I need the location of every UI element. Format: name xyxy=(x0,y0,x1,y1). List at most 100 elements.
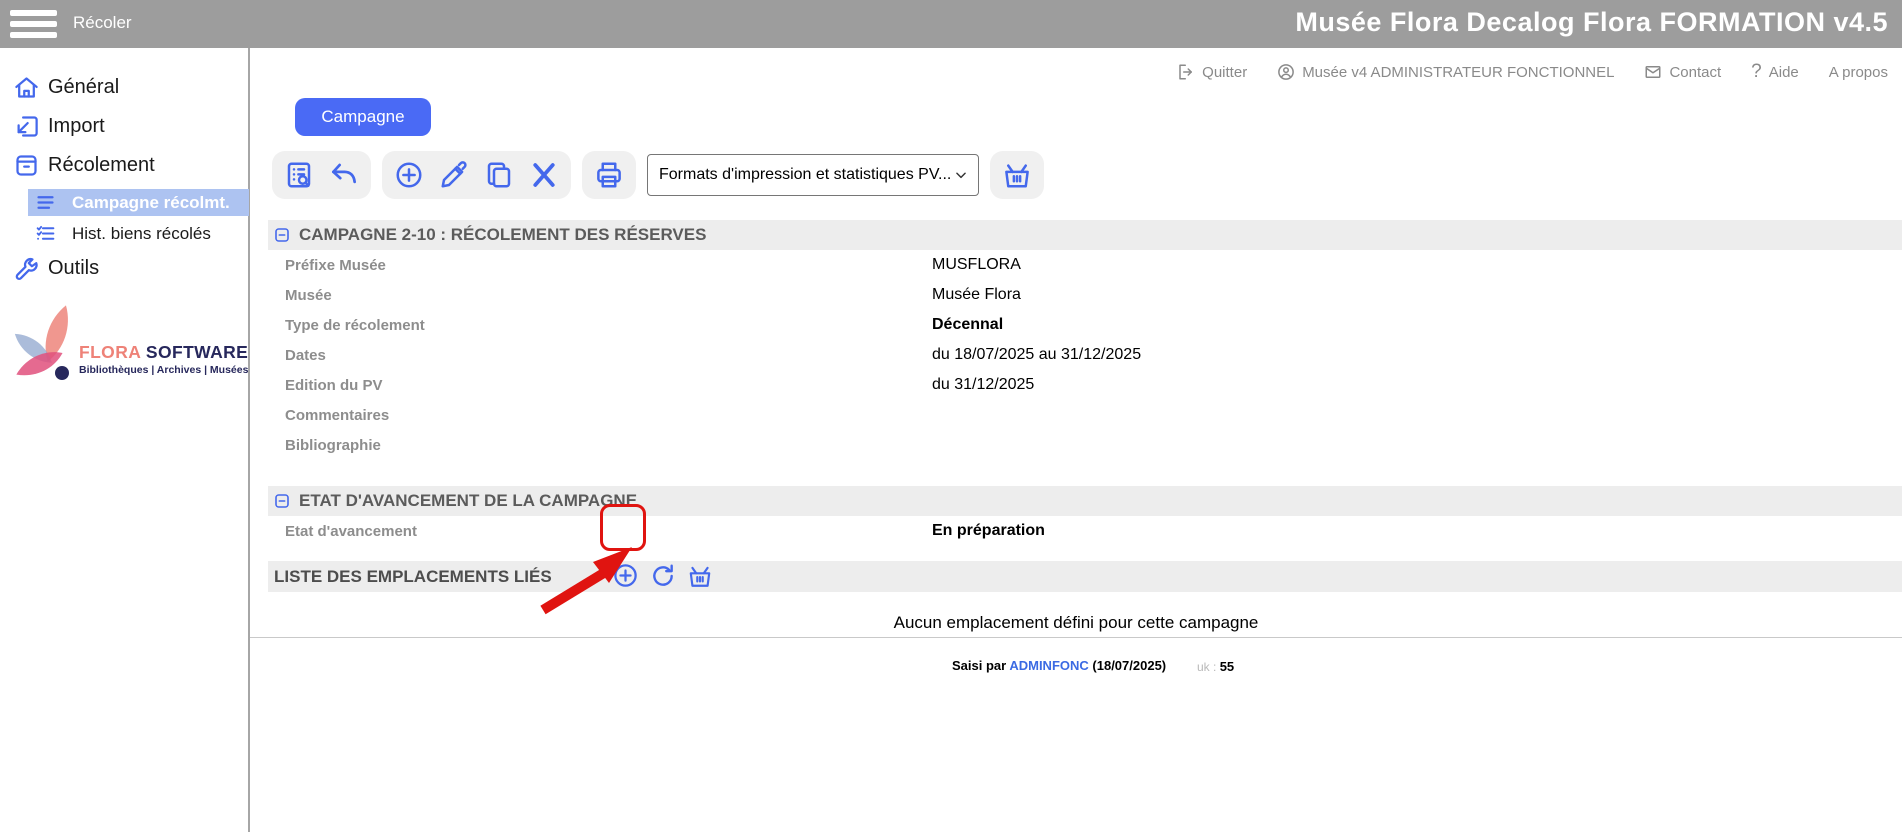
sidebar-item-label: Général xyxy=(48,76,119,99)
delete-icon[interactable] xyxy=(529,160,559,190)
field-value: Décennal xyxy=(932,316,1003,334)
campagne-fields: Préfixe Musée MUSFLORA Musée Musée Flora… xyxy=(268,250,1902,460)
list-search-icon[interactable] xyxy=(284,160,314,190)
logo-name-software: SOFTWARE xyxy=(146,342,248,362)
sidebar-item-campagne-recolmt[interactable]: Campagne récolmt. xyxy=(28,189,249,216)
sidebar-item-label: Hist. biens récolés xyxy=(72,224,211,244)
field-value: MUSFLORA xyxy=(932,256,1021,274)
sidebar-item-label: Campagne récolmt. xyxy=(72,193,230,213)
user-name-label: Musée v4 ADMINISTRATEUR FONCTIONNEL xyxy=(1302,64,1614,81)
field-value: Musée Flora xyxy=(932,286,1021,304)
field-row-dates: Dates du 18/07/2025 au 31/12/2025 xyxy=(268,340,1902,370)
empty-list-message: Aucun emplacement défini pour cette camp… xyxy=(250,613,1902,633)
question-icon: ? xyxy=(1751,61,1762,83)
topbar: Récoler Musée Flora Decalog Flora FORMAT… xyxy=(0,0,1902,48)
saisi-par-label: Saisi par xyxy=(952,658,1006,673)
apropos-link[interactable]: A propos xyxy=(1829,64,1888,81)
add-icon[interactable] xyxy=(394,160,424,190)
field-row-commentaires: Commentaires xyxy=(268,400,1902,430)
undo-icon[interactable] xyxy=(329,160,359,190)
saisi-par-user-link[interactable]: ADMINFONC xyxy=(1009,658,1088,673)
collapse-icon[interactable] xyxy=(274,227,290,243)
tab-campagne[interactable]: Campagne xyxy=(295,98,431,136)
print-format-select[interactable]: Formats d'impression et statistiques PV.… xyxy=(647,154,979,196)
sidebar-item-label: Outils xyxy=(48,257,99,280)
app-title: Musée Flora Decalog Flora FORMATION v4.5 xyxy=(1295,7,1888,38)
edit-icon[interactable] xyxy=(439,160,469,190)
quitter-link[interactable]: Quitter xyxy=(1177,63,1247,81)
field-value: du 18/07/2025 au 31/12/2025 xyxy=(932,346,1141,364)
field-row-musee: Musée Musée Flora xyxy=(268,280,1902,310)
field-label: Type de récolement xyxy=(285,317,932,334)
field-row-edition-pv: Edition du PV du 31/12/2025 xyxy=(268,370,1902,400)
field-label: Bibliographie xyxy=(285,437,932,454)
quitter-label: Quitter xyxy=(1202,64,1247,81)
field-row-prefixe-musee: Préfixe Musée MUSFLORA xyxy=(268,250,1902,280)
menu-lines-icon xyxy=(35,192,56,213)
flora-software-logo: FLORA SOFTWARE Bibliothèques | Archives … xyxy=(0,300,250,430)
toolbar: Formats d'impression et statistiques PV.… xyxy=(272,151,1044,199)
field-label: Commentaires xyxy=(285,407,932,424)
logo-wordmark: FLORA SOFTWARE xyxy=(79,342,248,363)
record-uk: uk : 55 xyxy=(1197,659,1234,674)
contact-label: Contact xyxy=(1669,64,1721,81)
import-icon xyxy=(13,113,40,140)
section-title: CAMPAGNE 2-10 : RÉCOLEMENT DES RÉSERVES xyxy=(299,225,706,245)
apropos-label: A propos xyxy=(1829,64,1888,81)
toolbar-group-edit xyxy=(382,151,571,199)
sidebar-item-hist-biens-recoles[interactable]: Hist. biens récolés xyxy=(28,220,249,247)
avancement-fields: Etat d'avancement En préparation xyxy=(268,516,1902,546)
contact-link[interactable]: Contact xyxy=(1644,63,1721,81)
print-icon[interactable] xyxy=(594,160,624,190)
toolbar-group-search xyxy=(272,151,371,199)
user-session[interactable]: Musée v4 ADMINISTRATEUR FONCTIONNEL xyxy=(1277,63,1614,81)
toolbar-group-print xyxy=(582,151,636,199)
field-label: Dates xyxy=(285,347,932,364)
logo-name-flora: FLORA xyxy=(79,342,141,362)
home-icon xyxy=(13,74,40,101)
add-emplacement-icon[interactable] xyxy=(612,562,639,589)
print-format-select-value: Formats d'impression et statistiques PV.… xyxy=(659,166,951,184)
logo-tagline: Bibliothèques | Archives | Musées xyxy=(79,364,248,376)
sidebar-item-label: Récolement xyxy=(48,154,155,177)
sidebar: Général Import Récolement Campagne récol… xyxy=(0,48,250,832)
uk-label: uk : xyxy=(1197,660,1216,674)
field-value: En préparation xyxy=(932,522,1045,540)
uk-value: 55 xyxy=(1220,659,1234,674)
aide-label: Aide xyxy=(1769,64,1799,81)
list-divider xyxy=(250,637,1902,638)
section-title: ETAT D'AVANCEMENT DE LA CAMPAGNE xyxy=(299,491,637,511)
exit-icon xyxy=(1177,63,1195,81)
basket-icon[interactable] xyxy=(687,563,713,589)
field-label: Préfixe Musée xyxy=(285,257,932,274)
app-window: Récoler Musée Flora Decalog Flora FORMAT… xyxy=(0,0,1902,832)
record-meta: Saisi par ADMINFONC (18/07/2025) xyxy=(952,658,1166,673)
field-row-bibliographie: Bibliographie xyxy=(268,430,1902,460)
aide-link[interactable]: ? Aide xyxy=(1751,61,1799,83)
user-circle-icon xyxy=(1277,63,1295,81)
checklist-icon xyxy=(35,223,56,244)
section-header-emplacements: LISTE DES EMPLACEMENTS LIÉS xyxy=(268,561,1902,592)
field-row-type-recolement: Type de récolement Décennal xyxy=(268,310,1902,340)
section-header-campagne: CAMPAGNE 2-10 : RÉCOLEMENT DES RÉSERVES xyxy=(268,220,1902,250)
chevron-down-icon xyxy=(954,168,968,182)
refresh-icon[interactable] xyxy=(650,563,676,589)
hamburger-menu-icon[interactable] xyxy=(10,10,57,38)
field-row-etat-avancement: Etat d'avancement En préparation xyxy=(268,516,1902,546)
archive-icon xyxy=(13,152,40,179)
field-label: Musée xyxy=(285,287,932,304)
wrench-icon xyxy=(13,255,40,282)
basket-icon[interactable] xyxy=(1002,160,1032,190)
saisi-par-date: (18/07/2025) xyxy=(1092,658,1166,673)
module-label: Récoler xyxy=(73,13,132,33)
mail-icon xyxy=(1644,63,1662,81)
collapse-icon[interactable] xyxy=(274,493,290,509)
toolbar-group-basket xyxy=(990,151,1044,199)
field-label: Edition du PV xyxy=(285,377,932,394)
copy-icon[interactable] xyxy=(484,160,514,190)
session-links: Quitter Musée v4 ADMINISTRATEUR FONCTION… xyxy=(1177,61,1888,83)
field-value: du 31/12/2025 xyxy=(932,376,1034,394)
section-header-avancement: ETAT D'AVANCEMENT DE LA CAMPAGNE xyxy=(268,486,1902,516)
annotation-highlight-box xyxy=(600,504,646,551)
section-title: LISTE DES EMPLACEMENTS LIÉS xyxy=(274,567,552,587)
